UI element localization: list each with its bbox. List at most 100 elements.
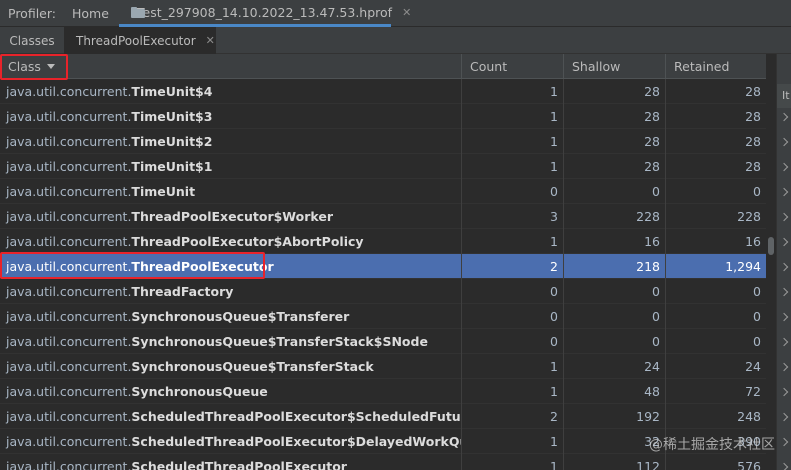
retained-cell: 576 — [737, 459, 761, 470]
retained-cell: 1,294 — [725, 259, 761, 274]
table-body: java.util.concurrent. TimeUnit$4 1 28 28 java… — [0, 79, 766, 470]
chevron-right-icon[interactable] — [779, 287, 789, 297]
table-row[interactable]: java.util.concurrent. ThreadPoolExecutor 2… — [0, 254, 766, 279]
class-simple-name: ScheduledThreadPoolExecutor — [131, 459, 347, 470]
package-name: java.util.concurrent. — [6, 209, 132, 224]
class-simple-name: SynchronousQueue$Transferer — [131, 309, 350, 324]
count-cell: 1 — [462, 454, 564, 470]
column-header-shallow[interactable]: Shallow — [564, 54, 666, 79]
retained-cell: 0 — [753, 334, 761, 349]
chevron-right-icon[interactable] — [779, 362, 789, 372]
shallow-cell: 24 — [564, 354, 666, 379]
chevron-right-icon[interactable] — [779, 462, 789, 470]
count-cell: 2 — [462, 404, 564, 429]
class-name-cell: java.util.concurrent. TimeUnit$3 — [0, 104, 462, 129]
class-name-cell: java.util.concurrent. TimeUnit$4 — [0, 79, 462, 104]
count-cell: 0 — [462, 329, 564, 354]
column-header-retained[interactable]: Retained — [666, 54, 766, 79]
count-cell: 1 — [462, 104, 564, 129]
table-row[interactable]: java.util.concurrent. TimeUnit$2 1 28 28 — [0, 129, 766, 154]
class-simple-name: ThreadPoolExecutor$AbortPolicy — [131, 234, 364, 249]
class-simple-name: ThreadPoolExecutor — [131, 259, 274, 274]
hprof-file-tab[interactable]: Test_297908_14.10.2022_13.47.53.hprof ✕ — [119, 0, 411, 27]
chevron-right-icon[interactable] — [779, 312, 789, 322]
chevron-right-icon[interactable] — [779, 237, 789, 247]
retained-cell: 72 — [745, 384, 761, 399]
chevron-right-icon[interactable] — [779, 137, 789, 147]
chevron-right-icon[interactable] — [779, 162, 789, 172]
table-row[interactable]: java.util.concurrent. TimeUnit$3 1 28 28 — [0, 104, 766, 129]
table-row[interactable]: java.util.concurrent. ThreadPoolExecutor$… — [0, 229, 766, 254]
table-row[interactable]: java.util.concurrent. TimeUnit 0 0 0 — [0, 179, 766, 204]
count-cell: 0 — [462, 179, 564, 204]
table-row[interactable]: java.util.concurrent. SynchronousQueue 1 48… — [0, 379, 766, 404]
class-simple-name: TimeUnit$4 — [131, 84, 213, 99]
table-row[interactable]: java.util.concurrent. SynchronousQueue$Tr… — [0, 304, 766, 329]
shallow-cell: 0 — [564, 329, 666, 354]
shallow-cell: 48 — [564, 379, 666, 404]
chevron-right-icon[interactable] — [779, 337, 789, 347]
retained-cell: 228 — [737, 209, 761, 224]
class-name-cell: java.util.concurrent. TimeUnit — [0, 179, 462, 204]
table-row[interactable]: java.util.concurrent. ThreadPoolExecutor$… — [0, 204, 766, 229]
package-name: java.util.concurrent. — [6, 284, 132, 299]
package-name: java.util.concurrent. — [6, 409, 132, 424]
tab-threadpoolexecutor[interactable]: ThreadPoolExecutor ✕ — [64, 27, 216, 54]
class-simple-name: ThreadFactory — [131, 284, 234, 299]
package-name: java.util.concurrent. — [6, 159, 132, 174]
chevron-right-icon[interactable] — [779, 412, 789, 422]
class-name-cell: java.util.concurrent. ThreadPoolExecutor$… — [0, 229, 462, 254]
class-name-cell: java.util.concurrent. ThreadPoolExecutor — [0, 254, 462, 279]
count-cell: 3 — [462, 204, 564, 229]
shallow-cell: 228 — [564, 204, 666, 229]
count-cell: 1 — [462, 129, 564, 154]
shallow-cell: 28 — [564, 104, 666, 129]
sort-descending-icon — [46, 64, 55, 69]
column-header-class[interactable]: Class — [0, 54, 462, 79]
retained-cell: 28 — [745, 159, 761, 174]
vertical-scrollbar[interactable] — [766, 79, 776, 470]
home-tab[interactable]: Home — [72, 6, 109, 21]
table-row[interactable]: java.util.concurrent. ScheduledThreadPool… — [0, 454, 766, 470]
view-tab-bar: Classes ThreadPoolExecutor ✕ — [0, 27, 791, 54]
class-table: Class Count Shallow Retained java.util.c… — [0, 54, 766, 470]
package-name: java.util.concurrent. — [6, 334, 132, 349]
close-icon[interactable]: ✕ — [402, 6, 411, 19]
class-simple-name: ThreadPoolExecutor$Worker — [131, 209, 334, 224]
close-icon[interactable]: ✕ — [206, 34, 215, 47]
table-row[interactable]: java.util.concurrent. ThreadFactory 0 0 0 — [0, 279, 766, 304]
package-name: java.util.concurrent. — [6, 309, 132, 324]
tab-threadpoolexecutor-label: ThreadPoolExecutor — [76, 33, 196, 48]
chevron-right-icon[interactable] — [779, 262, 789, 272]
hprof-file-name: Test_297908_14.10.2022_13.47.53.hprof — [137, 4, 393, 20]
tab-classes-label: Classes — [9, 33, 55, 48]
column-header-shallow-label: Shallow — [572, 59, 621, 74]
table-row[interactable]: java.util.concurrent. SynchronousQueue$Tr… — [0, 329, 766, 354]
retained-cell: 28 — [745, 109, 761, 124]
column-header-class-label: Class — [8, 59, 41, 74]
chevron-right-icon[interactable] — [779, 212, 789, 222]
shallow-cell: 0 — [564, 304, 666, 329]
table-row[interactable]: java.util.concurrent. TimeUnit$1 1 28 28 — [0, 154, 766, 179]
count-cell: 1 — [462, 154, 564, 179]
chevron-right-icon[interactable] — [779, 112, 789, 122]
chevron-right-icon[interactable] — [779, 437, 789, 447]
retained-cell: 248 — [737, 409, 761, 424]
tab-classes[interactable]: Classes — [0, 27, 64, 54]
package-name: java.util.concurrent. — [6, 109, 132, 124]
chevron-right-icon[interactable] — [779, 387, 789, 397]
table-row[interactable]: java.util.concurrent. SynchronousQueue$Tr… — [0, 354, 766, 379]
chevron-right-icon[interactable] — [779, 187, 789, 197]
count-cell: 0 — [462, 279, 564, 304]
count-cell: 2 — [462, 254, 564, 279]
table-row[interactable]: java.util.concurrent. ScheduledThreadPool… — [0, 404, 766, 429]
package-name: java.util.concurrent. — [6, 359, 132, 374]
count-cell: 1 — [462, 429, 564, 454]
class-simple-name: TimeUnit$3 — [131, 109, 213, 124]
column-header-count[interactable]: Count — [462, 54, 564, 79]
scrollbar-thumb[interactable] — [768, 237, 774, 255]
retained-cell: 28 — [745, 134, 761, 149]
shallow-cell: 28 — [564, 79, 666, 104]
count-cell: 1 — [462, 79, 564, 104]
table-row[interactable]: java.util.concurrent. TimeUnit$4 1 28 28 — [0, 79, 766, 104]
